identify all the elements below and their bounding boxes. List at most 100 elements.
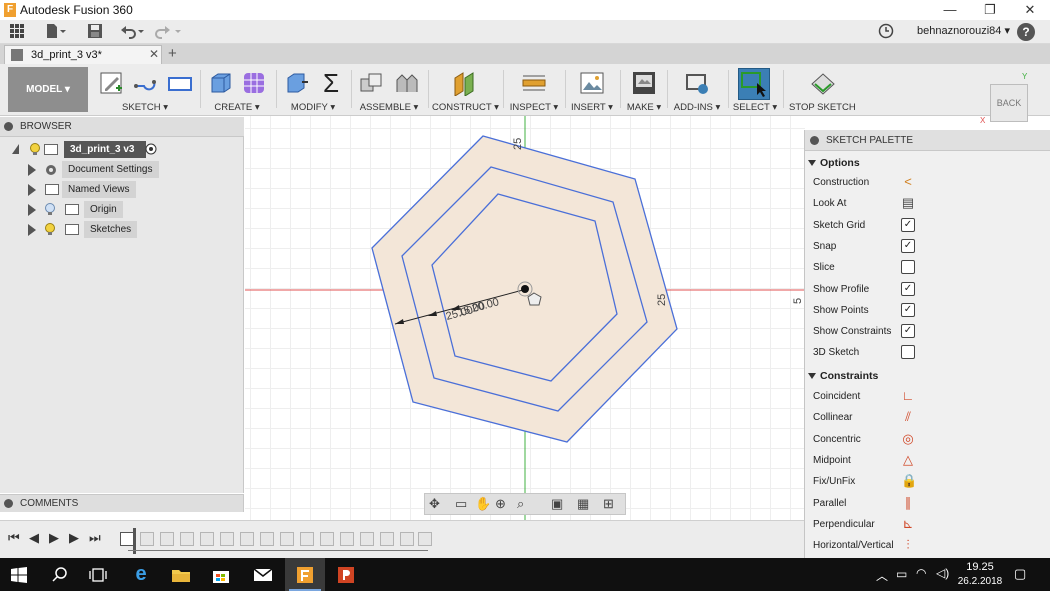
volume-icon[interactable]: ◁) <box>936 566 949 580</box>
make-group[interactable]: MAKE ▾ <box>624 64 664 116</box>
look-at-icon[interactable]: ▤ <box>901 196 915 210</box>
new-tab-button[interactable]: + <box>168 45 177 62</box>
palette-option-checkbox[interactable]: ✓ <box>901 302 915 317</box>
palette-option-checkbox[interactable]: ✓ <box>901 324 915 339</box>
orbit-icon[interactable]: ✥ <box>429 496 440 512</box>
collapse-palette-icon[interactable] <box>810 136 819 145</box>
timeline-feature[interactable] <box>240 532 254 546</box>
parallel-icon[interactable]: ∥ <box>901 495 915 510</box>
palette-option-show-constraints[interactable]: Show Constraints ✓ <box>813 322 1049 342</box>
collapse-triangle-icon[interactable] <box>12 144 19 154</box>
lock-icon[interactable]: 🔒 <box>901 474 917 488</box>
expand-triangle-icon[interactable] <box>28 164 36 176</box>
new-component-icon[interactable] <box>358 70 384 96</box>
timeline-previous-icon[interactable]: ◀ <box>29 530 39 546</box>
3d-print-icon[interactable] <box>631 70 657 96</box>
timeline-feature[interactable] <box>280 532 294 546</box>
measure-icon[interactable] <box>521 70 547 96</box>
constraint-perpendicular[interactable]: Perpendicular ⊾ <box>813 515 1049 535</box>
line-tool-icon[interactable] <box>133 70 159 96</box>
sketch-drawing[interactable]: 25.00 15.00 20.00 25 25 5 <box>245 116 805 520</box>
constraint-midpoint[interactable]: Midpoint △ <box>813 451 1049 471</box>
timeline-play-icon[interactable]: ▶ <box>49 530 59 546</box>
constraint-coincident[interactable]: Coincident ∟ <box>813 387 1049 407</box>
horizontal-vertical-icon[interactable]: ⫶ <box>901 538 915 552</box>
minimize-button[interactable]: — <box>930 0 970 20</box>
palette-option-snap[interactable]: Snap ✓ <box>813 237 1049 257</box>
close-tab-icon[interactable]: ✕ <box>149 47 159 61</box>
edge-dimension-text[interactable]: 5 <box>792 298 804 304</box>
sketch-canvas[interactable]: 25.00 15.00 20.00 25 25 5 <box>245 116 805 520</box>
mail-icon[interactable] <box>244 558 282 591</box>
viewports-icon[interactable]: ⊞ <box>603 496 614 512</box>
collapse-browser-icon[interactable] <box>4 122 13 131</box>
activate-component-icon[interactable] <box>145 143 157 155</box>
visibility-bulb-icon[interactable] <box>45 223 55 236</box>
battery-icon[interactable]: ▭ <box>896 567 907 581</box>
redo-icon[interactable] <box>155 23 183 41</box>
timeline-last-icon[interactable]: ⏭ <box>89 530 101 546</box>
midpoint-icon[interactable]: △ <box>901 452 915 467</box>
timeline-feature[interactable] <box>360 532 374 546</box>
powerpoint-icon[interactable] <box>327 558 365 591</box>
task-view-icon[interactable] <box>80 558 116 591</box>
timeline-feature[interactable] <box>140 532 154 546</box>
data-panel-grid-icon[interactable] <box>8 23 26 41</box>
add-ins-group[interactable]: ADD-INS ▾ <box>671 64 723 116</box>
extrude-icon[interactable] <box>208 70 234 96</box>
job-status-clock-icon[interactable] <box>877 23 895 41</box>
browser-header[interactable]: BROWSER <box>0 117 244 137</box>
palette-option-look-at[interactable]: Look At ▤ <box>813 194 1049 214</box>
constraint-fix-unfix[interactable]: Fix/UnFix 🔒 <box>813 472 1049 492</box>
side-dimension-text[interactable]: 25 <box>656 294 668 306</box>
save-icon[interactable] <box>86 23 104 41</box>
timeline-feature[interactable] <box>300 532 314 546</box>
center-point[interactable] <box>521 285 529 293</box>
timeline-first-icon[interactable]: ⏮ <box>8 530 20 546</box>
file-menu-icon[interactable] <box>44 23 68 41</box>
expand-triangle-icon[interactable] <box>28 224 36 236</box>
show-hidden-icons[interactable]: ︿ <box>876 567 888 584</box>
file-explorer-icon[interactable] <box>162 558 200 591</box>
palette-option-slice[interactable]: Slice <box>813 258 1049 278</box>
coincident-icon[interactable]: ∟ <box>901 389 915 403</box>
browser-item-sketches[interactable]: Sketches <box>28 221 228 239</box>
palette-option-construction[interactable]: Construction < <box>813 173 1049 193</box>
zoom-icon[interactable]: ⊕ <box>495 496 506 512</box>
document-tab[interactable]: 3d_print_3 v3* ✕ <box>4 45 162 64</box>
edge-browser-icon[interactable]: e <box>122 558 160 591</box>
clock-date[interactable]: 26.2.2018 <box>954 576 1006 587</box>
timeline-sketch-feature[interactable] <box>120 532 134 546</box>
palette-option-show-points[interactable]: Show Points ✓ <box>813 301 1049 321</box>
visibility-bulb-icon[interactable] <box>30 143 40 156</box>
constraint-collinear[interactable]: Collinear ⫽ <box>813 408 1049 428</box>
timeline-feature[interactable] <box>320 532 334 546</box>
store-icon[interactable] <box>202 558 240 591</box>
timeline-feature[interactable] <box>340 532 354 546</box>
joint-icon[interactable] <box>393 70 419 96</box>
timeline-feature[interactable] <box>180 532 194 546</box>
offset-plane-icon[interactable] <box>452 70 478 97</box>
stop-sketch-group[interactable]: STOP SKETCH <box>789 64 856 116</box>
display-settings-icon[interactable]: ▣ <box>551 496 563 512</box>
rectangle-tool-icon[interactable] <box>167 70 193 96</box>
construct-group[interactable]: CONSTRUCT ▾ <box>432 64 499 116</box>
timeline-feature[interactable] <box>418 532 432 546</box>
restore-button[interactable]: ❐ <box>970 0 1010 20</box>
sketch-group[interactable]: SKETCH ▾ <box>95 64 195 116</box>
palette-option-checkbox[interactable] <box>901 260 915 275</box>
scripts-addins-icon[interactable] <box>684 70 710 96</box>
workspace-mode-dropdown[interactable]: MODEL ▾ <box>8 67 88 112</box>
visibility-bulb-off-icon[interactable] <box>45 203 55 216</box>
browser-item-origin[interactable]: Origin <box>28 201 228 219</box>
comments-panel[interactable]: COMMENTS <box>0 494 244 512</box>
help-icon[interactable]: ? <box>1017 23 1035 41</box>
sum-icon[interactable]: Σ <box>318 70 344 96</box>
palette-option-checkbox[interactable]: ✓ <box>901 281 915 296</box>
expand-comments-icon[interactable] <box>4 499 13 508</box>
windows-start-icon[interactable] <box>0 558 38 591</box>
expand-triangle-icon[interactable] <box>28 184 36 196</box>
assemble-group[interactable]: ASSEMBLE ▾ <box>355 64 423 116</box>
timeline-next-icon[interactable]: ▶ <box>69 530 79 546</box>
create-sketch-icon[interactable] <box>99 70 125 96</box>
